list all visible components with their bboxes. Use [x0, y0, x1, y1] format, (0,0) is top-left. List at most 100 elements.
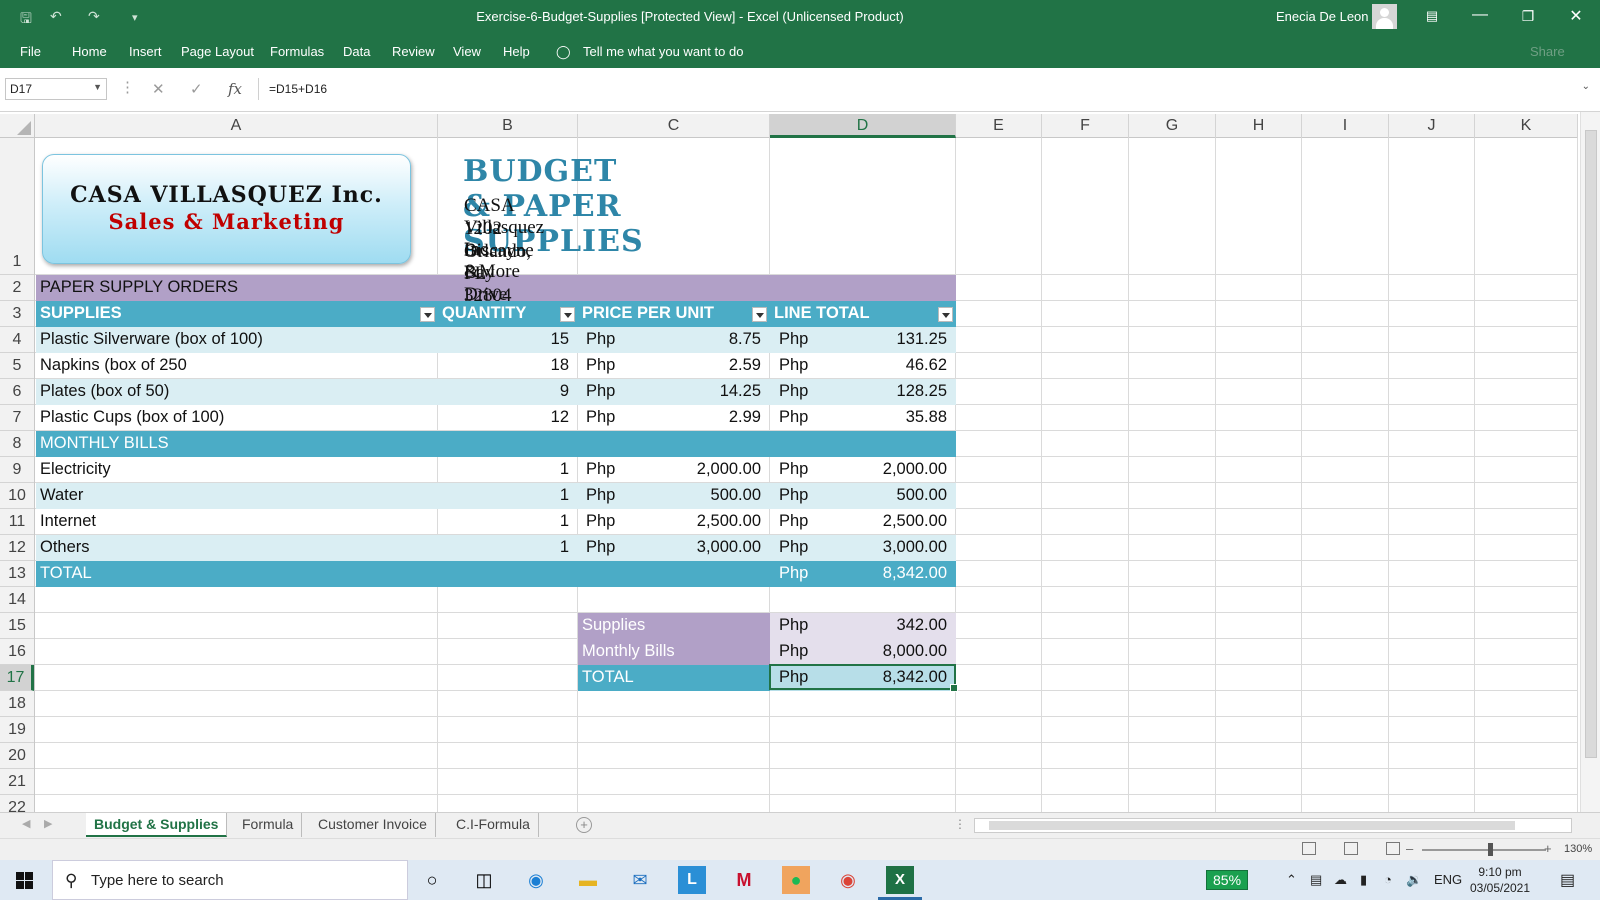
- summary-label-monthly-bills[interactable]: Monthly Bills: [578, 639, 770, 664]
- share-button[interactable]: Share: [1530, 44, 1565, 59]
- tab-view[interactable]: View: [453, 44, 481, 59]
- cell-currency[interactable]: Php: [582, 483, 642, 508]
- tab-file[interactable]: File: [20, 44, 41, 59]
- total-value[interactable]: 8,342.00: [830, 561, 956, 586]
- cell-line-total[interactable]: 46.62: [830, 353, 956, 378]
- column-header-c[interactable]: C: [578, 114, 770, 138]
- tab-home[interactable]: Home: [72, 44, 107, 59]
- row-header-2[interactable]: 2: [0, 275, 34, 301]
- section-title-bills[interactable]: MONTHLY BILLS: [36, 431, 436, 456]
- column-header-f[interactable]: F: [1042, 114, 1129, 138]
- row-header-13[interactable]: 13: [0, 561, 34, 587]
- cell-quantity[interactable]: 1: [438, 457, 578, 482]
- total-currency[interactable]: Php: [775, 561, 835, 586]
- row-header-12[interactable]: 12: [0, 535, 34, 561]
- taskbar-search-box[interactable]: ⚲ Type here to search: [52, 860, 408, 900]
- cell-price[interactable]: 14.25: [640, 379, 770, 404]
- chrome-icon[interactable]: ◉: [834, 866, 862, 894]
- notifications-icon[interactable]: ▤: [1560, 870, 1575, 890]
- cell-price[interactable]: 500.00: [640, 483, 770, 508]
- cell-item[interactable]: Plastic Silverware (box of 100): [36, 327, 438, 352]
- sheet-tab-formula[interactable]: Formula: [234, 813, 303, 837]
- company-logo[interactable]: CASA VILLASQUEZ Inc. Sales & Marketing: [42, 154, 411, 264]
- expand-formula-icon[interactable]: ⌄: [1582, 81, 1590, 92]
- row-header-1[interactable]: 1: [0, 138, 34, 275]
- column-header-k[interactable]: K: [1475, 114, 1578, 138]
- task-view-icon[interactable]: ◫: [470, 866, 498, 894]
- scroll-sheets-right-icon[interactable]: ▶: [44, 817, 52, 830]
- cell-line-total[interactable]: 500.00: [830, 483, 956, 508]
- excel-icon[interactable]: X: [878, 866, 922, 900]
- row-header-7[interactable]: 7: [0, 405, 34, 431]
- cell-currency[interactable]: Php: [582, 379, 642, 404]
- volume-icon[interactable]: 🔉: [1406, 872, 1422, 888]
- row-header-3[interactable]: 3: [0, 301, 34, 327]
- tab-help[interactable]: Help: [503, 44, 530, 59]
- select-all-button[interactable]: [0, 114, 35, 138]
- header-line-total[interactable]: LINE TOTAL: [770, 301, 870, 326]
- add-sheet-button[interactable]: +: [576, 817, 592, 833]
- cell-item[interactable]: Plates (box of 50): [36, 379, 438, 404]
- cell-currency[interactable]: Php: [775, 509, 835, 534]
- scrollbar-thumb[interactable]: [1585, 130, 1597, 758]
- column-header-d[interactable]: D: [770, 114, 956, 138]
- cortana-icon[interactable]: ○: [418, 866, 446, 894]
- enter-icon[interactable]: ✓: [190, 80, 203, 98]
- cell-currency[interactable]: Php: [775, 379, 835, 404]
- row-header-16[interactable]: 16: [0, 639, 34, 665]
- cell-currency[interactable]: Php: [775, 535, 835, 560]
- row-header-17[interactable]: 17: [0, 665, 34, 691]
- address-line-3[interactable]: Orlando, FL 32804: [464, 241, 531, 307]
- page-layout-view-icon[interactable]: [1344, 842, 1358, 855]
- cell-price[interactable]: 2.99: [640, 405, 770, 430]
- clock[interactable]: 9:10 pm 03/05/2021: [1464, 864, 1536, 896]
- file-explorer-icon[interactable]: ▬: [574, 866, 602, 894]
- scrollbar-thumb[interactable]: [989, 821, 1515, 830]
- column-header-b[interactable]: B: [438, 114, 578, 138]
- cell-price[interactable]: 2,000.00: [640, 457, 770, 482]
- cell-currency[interactable]: Php: [775, 457, 835, 482]
- row-header-6[interactable]: 6: [0, 379, 34, 405]
- cell-currency[interactable]: Php: [582, 327, 642, 352]
- avatar[interactable]: [1372, 4, 1397, 29]
- row-header-8[interactable]: 8: [0, 431, 34, 457]
- spotify-icon[interactable]: ●: [782, 866, 810, 894]
- cell-price[interactable]: 2,500.00: [640, 509, 770, 534]
- summary-label-total[interactable]: TOTAL: [578, 665, 770, 690]
- page-break-view-icon[interactable]: [1386, 842, 1400, 855]
- cell-quantity[interactable]: 1: [438, 535, 578, 560]
- minimize-icon[interactable]: —: [1470, 6, 1490, 24]
- cell-currency[interactable]: Php: [775, 405, 835, 430]
- cell-quantity[interactable]: 15: [438, 327, 578, 352]
- row-header-15[interactable]: 15: [0, 613, 34, 639]
- cell-item[interactable]: Internet: [36, 509, 438, 534]
- row-header-22[interactable]: 22: [0, 795, 34, 812]
- tab-review[interactable]: Review: [392, 44, 435, 59]
- row-header-10[interactable]: 10: [0, 483, 34, 509]
- zoom-level[interactable]: 130%: [1564, 843, 1592, 855]
- filter-dropdown-icon[interactable]: [560, 307, 575, 322]
- language-indicator[interactable]: ENG: [1434, 872, 1462, 887]
- row-header-9[interactable]: 9: [0, 457, 34, 483]
- tab-data[interactable]: Data: [343, 44, 370, 59]
- column-header-e[interactable]: E: [956, 114, 1042, 138]
- cell-quantity[interactable]: 1: [438, 509, 578, 534]
- cell-item[interactable]: Napkins (box of 250: [36, 353, 438, 378]
- name-box[interactable]: D17 ▼: [5, 78, 107, 100]
- vertical-scrollbar[interactable]: [1580, 112, 1600, 812]
- edge-icon[interactable]: ◉: [522, 866, 550, 894]
- row-header-5[interactable]: 5: [0, 353, 34, 379]
- zoom-in-icon[interactable]: +: [1544, 841, 1552, 856]
- cell-price[interactable]: 2.59: [640, 353, 770, 378]
- sheet-tab-customer-invoice[interactable]: Customer Invoice: [310, 813, 436, 837]
- summary-label-supplies[interactable]: Supplies: [578, 613, 770, 638]
- insert-function-icon[interactable]: fx: [228, 80, 242, 98]
- zoom-slider[interactable]: [1422, 849, 1546, 851]
- mail-icon[interactable]: ✉: [626, 866, 654, 894]
- tab-insert[interactable]: Insert: [129, 44, 162, 59]
- user-name[interactable]: Enecia De Leon: [1276, 9, 1369, 24]
- header-supplies[interactable]: SUPPLIES: [36, 301, 122, 326]
- sheet-tab-budget-supplies[interactable]: Budget & Supplies: [86, 813, 228, 837]
- summary-currency[interactable]: Php: [775, 613, 835, 638]
- tab-formulas[interactable]: Formulas: [270, 44, 324, 59]
